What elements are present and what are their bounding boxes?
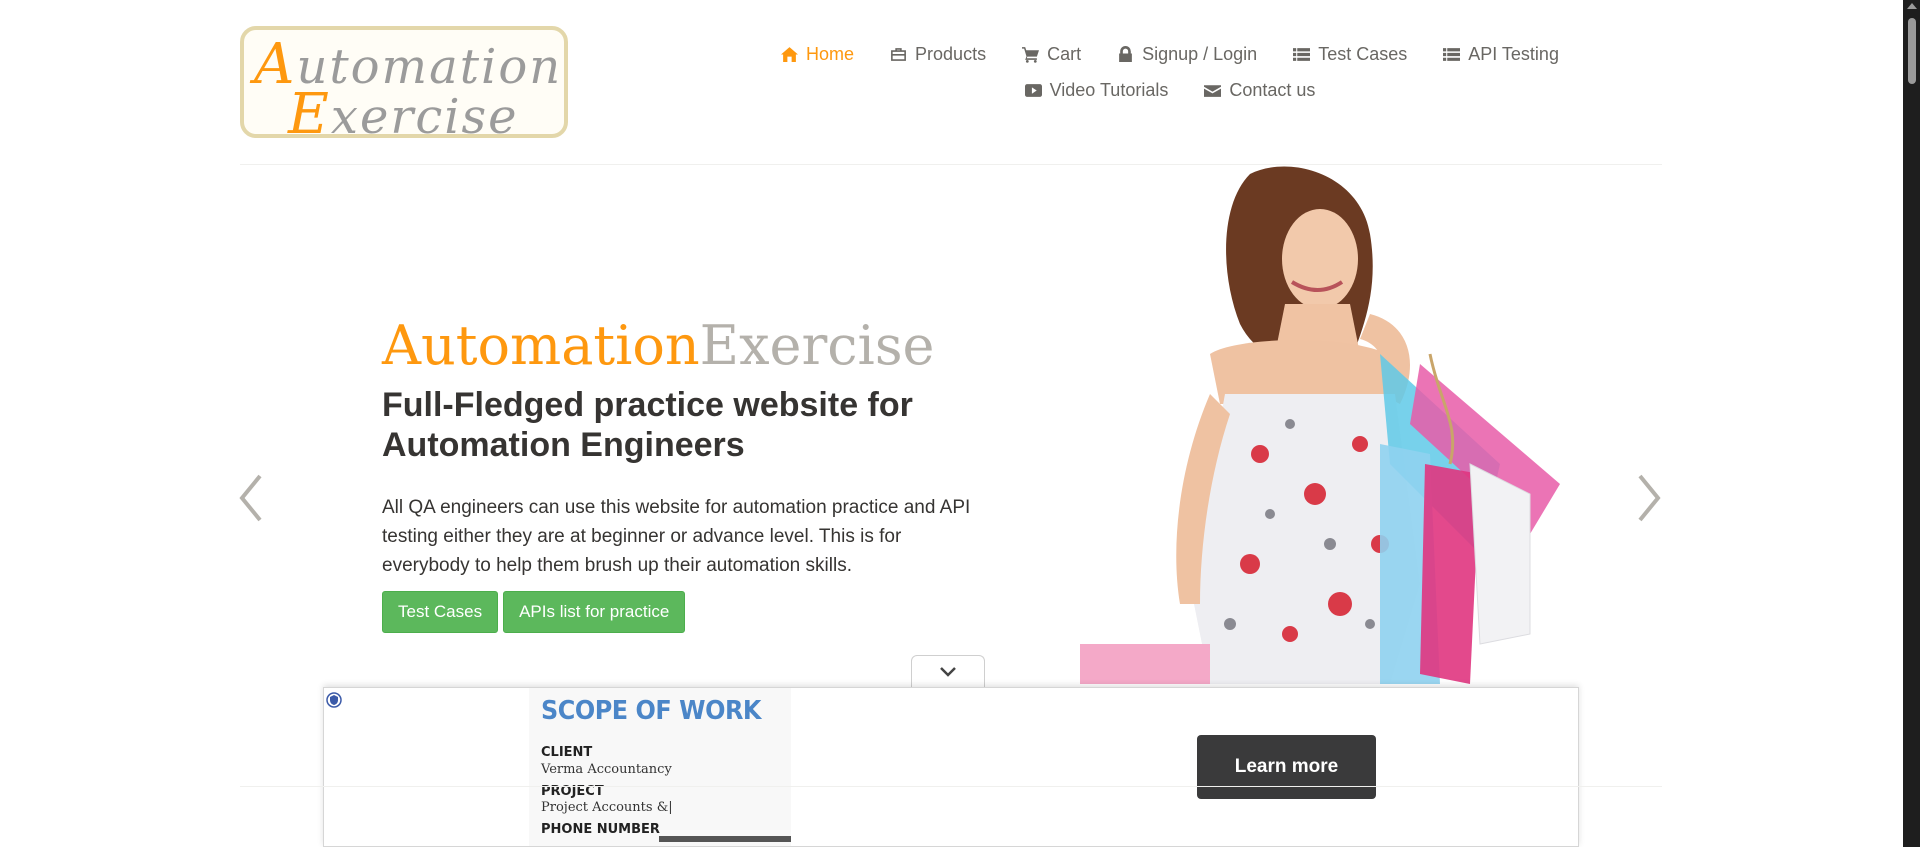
nav-row-1: Home Products Cart Signup / Login Test C… — [740, 36, 1600, 72]
section-divider — [240, 786, 1662, 787]
nav-test-cases[interactable]: Test Cases — [1275, 44, 1425, 65]
nav-contact-us[interactable]: Contact us — [1186, 80, 1333, 101]
brand-exercise: Exercise — [699, 314, 935, 377]
nav-products-label: Products — [915, 43, 987, 64]
site-logo[interactable]: Automation Exercise — [240, 26, 568, 138]
nav-video-tutorials-label: Video Tutorials — [1049, 79, 1169, 100]
nav-row-2: Video Tutorials Contact us — [740, 72, 1600, 108]
nav-contact-us-label: Contact us — [1229, 79, 1316, 100]
home-icon — [781, 46, 799, 62]
slide-button-row: Test Cases APIs list for practice — [382, 591, 686, 633]
slide-brand-title: AutomationExercise — [382, 314, 934, 377]
ad-client-value: Verma Accountancy — [541, 762, 672, 777]
nav-cart[interactable]: Cart — [1004, 44, 1099, 65]
ad-scope-title: SCOPE OF WORK — [541, 696, 762, 726]
nav-signup-login-label: Signup / Login — [1142, 43, 1258, 64]
nav-cart-label: Cart — [1047, 43, 1082, 64]
nav-home-label: Home — [806, 43, 855, 64]
slide-description: All QA engineers can use this website fo… — [382, 497, 971, 576]
main-nav: Home Products Cart Signup / Login Test C… — [740, 36, 1600, 108]
lock-icon — [1119, 45, 1132, 62]
scrollbar-thumb[interactable] — [1908, 18, 1916, 84]
brand-automation: Automation — [382, 314, 700, 377]
nav-api-testing[interactable]: API Testing — [1425, 44, 1577, 65]
ad-image-bar — [659, 836, 791, 842]
nav-video-tutorials[interactable]: Video Tutorials — [1007, 80, 1187, 101]
briefcase-icon — [891, 47, 906, 61]
nav-api-testing-label: API Testing — [1468, 43, 1559, 64]
test-cases-button[interactable]: Test Cases — [382, 591, 499, 633]
ad-phone-label: PHONE NUMBER — [541, 822, 660, 837]
list-icon — [1443, 47, 1461, 61]
list-icon — [1293, 47, 1311, 61]
scroll-up-icon[interactable] — [1907, 3, 1917, 9]
ad-client-label: CLIENT — [541, 745, 593, 760]
learn-more-button[interactable]: Learn more — [1197, 735, 1376, 799]
page-scrollbar[interactable] — [1903, 0, 1920, 847]
slide-headline: Full-Fledged practice website for Automa… — [382, 386, 913, 464]
hero-model-image — [1080, 166, 1560, 684]
apis-list-button[interactable]: APIs list for practice — [503, 591, 686, 633]
logo-line-2: Exercise — [288, 82, 519, 138]
nav-products[interactable]: Products — [872, 44, 1004, 65]
nav-home[interactable]: Home — [763, 44, 872, 65]
ad-privacy-icon[interactable] — [326, 692, 342, 708]
nav-signup-login[interactable]: Signup / Login — [1099, 44, 1275, 65]
ad-image[interactable]: SCOPE OF WORK CLIENT Verma Accountancy P… — [529, 688, 791, 846]
chevron-down-icon — [940, 666, 956, 677]
slider-prev-button[interactable] — [236, 470, 266, 526]
youtube-play-icon — [1024, 83, 1042, 97]
ad-collapse-toggle[interactable] — [911, 655, 985, 687]
chevron-left-icon — [239, 474, 262, 522]
ad-banner: SCOPE OF WORK CLIENT Verma Accountancy P… — [323, 687, 1579, 847]
ad-project-value: Project Accounts &| — [541, 800, 673, 815]
cart-icon — [1022, 46, 1040, 63]
nav-test-cases-label: Test Cases — [1318, 43, 1408, 64]
envelope-icon — [1204, 84, 1222, 97]
